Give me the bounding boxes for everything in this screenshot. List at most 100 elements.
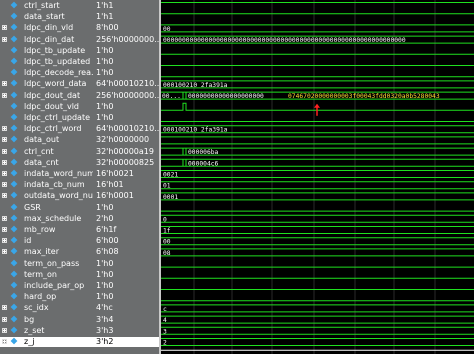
- signal-icon: [10, 214, 18, 222]
- expand-icon[interactable]: [2, 339, 7, 344]
- bus-value-label: 00: [163, 26, 171, 33]
- signal-row[interactable]: ldpc_word_data: [0, 79, 93, 89]
- signal-waveform: 00: [161, 237, 474, 246]
- signal-value-pane: 1'h1 1'h1 8'h00 256'h0000000... 1'h0 1'h0 1'h0…: [93, 0, 159, 354]
- signal-value: 1'h0: [96, 269, 114, 279]
- signal-waveform: 08: [161, 248, 474, 257]
- expand-icon[interactable]: [2, 305, 7, 311]
- signal-value: 3'h2: [93, 337, 159, 347]
- signal-waveform: 000100210 2fa391a: [161, 80, 474, 89]
- signal-row[interactable]: term_on_pass: [0, 259, 93, 269]
- signal-icon: [10, 203, 18, 210]
- signal-row[interactable]: data_start: [0, 12, 93, 22]
- expand-icon[interactable]: [2, 193, 7, 199]
- expand-icon[interactable]: [2, 137, 7, 143]
- signal-row[interactable]: GSR: [0, 203, 93, 213]
- expand-icon[interactable]: [2, 171, 7, 176]
- expand-icon[interactable]: [2, 249, 7, 255]
- waveform-viewer: ctrl_start data_start ldpc_din_vld ldpc_din…: [0, 0, 474, 354]
- signal-icon: [10, 91, 18, 98]
- signal-waveform: 000100210 2fa391a: [161, 125, 474, 134]
- signal-value: 1'h0: [96, 57, 114, 66]
- signal-icon: [10, 247, 18, 255]
- signal-row[interactable]: outdata_word_num: [0, 191, 93, 201]
- signal-row[interactable]: ldpc_decode_rea...: [0, 68, 93, 78]
- signal-row[interactable]: z_set: [0, 326, 93, 336]
- signal-row[interactable]: ldpc_tb_updated: [0, 57, 93, 67]
- expand-icon[interactable]: [2, 92, 7, 98]
- signal-icon: [10, 23, 18, 31]
- signal-name: ldpc_word_data: [24, 79, 87, 89]
- bus-value-label: 3: [163, 328, 167, 335]
- expand-icon[interactable]: [2, 227, 7, 232]
- signal-value: 6'h1f: [96, 225, 117, 234]
- signal-name: id: [24, 236, 32, 246]
- expand-icon[interactable]: [2, 81, 7, 87]
- bus-value-label: 000006ba: [188, 149, 219, 156]
- signal-row[interactable]: ldpc_dout_vld: [0, 102, 93, 112]
- signal-value: 256'h0000000...: [96, 34, 159, 44]
- signal-value: 1'h0: [96, 113, 114, 122]
- signal-row[interactable]: indata_word_num: [0, 169, 93, 179]
- signal-icon: [10, 303, 18, 311]
- signal-row[interactable]: sc_idx: [0, 303, 93, 313]
- signal-value: 32'h00000a19: [96, 146, 154, 156]
- expand-icon[interactable]: [2, 215, 7, 221]
- signal-row[interactable]: ctrl_start: [0, 1, 93, 11]
- signal-icon: [10, 158, 18, 166]
- signal-row[interactable]: data_out: [0, 135, 93, 145]
- signal-value: 64'h00010210...: [96, 124, 159, 134]
- expand-icon[interactable]: [2, 316, 7, 322]
- signal-row[interactable]: ldpc_din_dat: [0, 35, 93, 45]
- expand-icon[interactable]: [2, 182, 7, 188]
- signal-row[interactable]: ldpc_tb_update: [0, 46, 93, 56]
- signal-row[interactable]: include_par_op: [0, 281, 93, 291]
- signal-value: 32'h00000825: [96, 157, 155, 167]
- signal-icon: [10, 236, 18, 244]
- signal-icon: [10, 259, 18, 266]
- signal-row[interactable]: max_schedule: [0, 214, 93, 224]
- signal-row[interactable]: data_cnt: [0, 158, 93, 168]
- expand-icon[interactable]: [2, 126, 7, 132]
- expand-icon[interactable]: [2, 159, 7, 165]
- signal-name: z_set: [24, 325, 45, 335]
- expand-icon[interactable]: [2, 25, 7, 31]
- expand-icon[interactable]: [2, 36, 7, 42]
- signal-name: GSR: [24, 202, 41, 212]
- signal-row[interactable]: indata_cb_num: [0, 180, 93, 190]
- signal-row[interactable]: ldpc_dout_dat: [0, 91, 93, 101]
- signal-row[interactable]: z_j: [0, 337, 93, 347]
- signal-name: max_schedule: [24, 213, 82, 223]
- signal-row[interactable]: ldpc_din_vld: [0, 23, 93, 33]
- expand-icon[interactable]: [2, 327, 7, 333]
- signal-row[interactable]: term_on: [0, 270, 93, 280]
- signal-name-pane[interactable]: ctrl_start data_start ldpc_din_vld ldpc_din…: [0, 0, 93, 354]
- signal-waveform: 01: [161, 181, 474, 190]
- signal-row[interactable]: hard_op: [0, 292, 93, 302]
- signal-row[interactable]: max_iter: [0, 247, 93, 257]
- signal-row[interactable]: mb_row: [0, 225, 93, 235]
- signal-icon: [10, 124, 18, 132]
- signal-waveform: 1f: [161, 226, 474, 235]
- signal-row[interactable]: ldpc_ctrl_word: [0, 124, 93, 134]
- bus-value-label: 2: [163, 340, 167, 347]
- signal-name: ldpc_ctrl_word: [24, 124, 82, 134]
- signal-icon: [10, 79, 18, 87]
- signal-name: indata_word_num: [24, 169, 93, 178]
- signal-value: 16'h0021: [96, 169, 134, 178]
- signal-name: z_j: [24, 337, 35, 346]
- signal-icon: [10, 169, 18, 177]
- signal-name: ldpc_ctrl_update: [24, 113, 91, 122]
- waveform-pane[interactable]: 0000000000000000000000000000000000000000…: [161, 0, 474, 354]
- signal-name: bg: [24, 314, 35, 324]
- signal-row[interactable]: id: [0, 236, 93, 246]
- signal-row[interactable]: ctrl_cnt: [0, 147, 93, 157]
- expand-icon[interactable]: [2, 148, 7, 154]
- signal-value: 8'h00: [96, 23, 119, 33]
- signal-row[interactable]: ldpc_ctrl_update: [0, 113, 93, 123]
- signal-waveform: c: [161, 304, 474, 313]
- expand-icon[interactable]: [2, 238, 7, 244]
- signal-value: 16'h01: [96, 180, 124, 190]
- signal-name: term_on: [24, 269, 57, 279]
- signal-row[interactable]: bg: [0, 315, 93, 325]
